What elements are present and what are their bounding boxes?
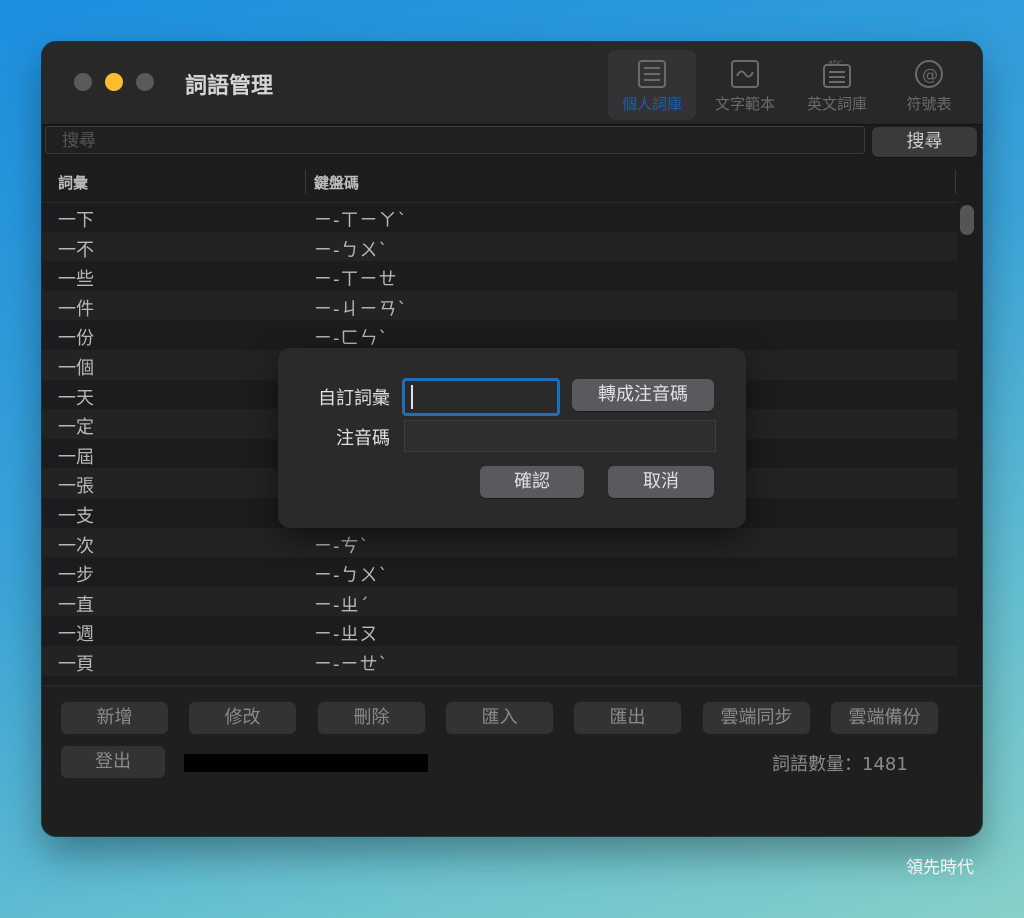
table-row[interactable]: 一直 ㄧ-ㄓˊ (42, 586, 957, 617)
search-input[interactable]: 搜尋 (45, 126, 865, 154)
add-button[interactable]: 新增 (61, 702, 168, 734)
word-cell: 一屆 (58, 446, 94, 468)
convert-to-zhuyin-button[interactable]: 轉成注音碼 (572, 379, 714, 411)
cloud-backup-button[interactable]: 雲端備份 (831, 702, 938, 734)
column-header-keycode[interactable]: 鍵盤碼 (314, 172, 359, 193)
zhuyin-field[interactable] (404, 420, 716, 452)
window-title: 詞語管理 (185, 74, 274, 99)
keycode-cell: ㄧ-ㄧㄝˋ (314, 653, 389, 675)
keycode-cell: ㄧ-ㄓㄡ (314, 624, 379, 646)
table-header: 詞彙 鍵盤碼 (42, 162, 957, 203)
word-cell: 一步 (58, 565, 94, 587)
custom-word-input[interactable] (402, 378, 560, 416)
vertical-scrollbar[interactable] (960, 205, 974, 235)
table-row[interactable]: 一週 ㄧ-ㄓㄡ (42, 616, 957, 646)
tab-english-dictionary[interactable]: abc 英文詞庫 (793, 50, 881, 120)
keycode-cell: ㄧ-ㄒㄧㄚˋ (314, 210, 408, 231)
word-cell: 一天 (58, 387, 94, 409)
word-cell: 一份 (58, 328, 94, 350)
column-header-word[interactable]: 詞彙 (58, 172, 88, 193)
zhuyin-label: 注音碼 (336, 428, 390, 449)
word-cell: 一下 (58, 210, 94, 231)
export-button[interactable]: 匯出 (574, 702, 681, 734)
column-divider (305, 170, 306, 194)
word-cell: 一不 (58, 239, 94, 261)
edit-button[interactable]: 修改 (189, 702, 296, 734)
word-cell: 一張 (58, 476, 94, 498)
keycode-cell: ㄧ-ㄓˊ (314, 594, 370, 616)
word-count: 詞語數量：1481 (772, 754, 908, 775)
table-row[interactable]: 一份 ㄧ-ㄈㄣˋ (42, 320, 957, 350)
word-cell: 一直 (58, 594, 94, 616)
tab-text-templates[interactable]: 文字範本 (701, 50, 789, 120)
keycode-cell: ㄧ-ㄐㄧㄢˋ (314, 298, 408, 320)
custom-word-label: 自訂詞彙 (318, 388, 390, 409)
import-button[interactable]: 匯入 (446, 702, 553, 734)
keycode-cell: ㄧ-ㄅㄨˋ (314, 239, 389, 261)
word-cell: 一週 (58, 624, 94, 646)
table-row[interactable]: 一下 ㄧ-ㄒㄧㄚˋ (42, 202, 957, 232)
tab-label: 符號表 (906, 95, 952, 113)
keycode-cell: ㄧ-ㄒㄧㄝ (314, 269, 398, 291)
redacted-account-bar (184, 754, 428, 772)
svg-text:@: @ (922, 65, 938, 84)
text-template-icon (731, 60, 759, 88)
tab-label: 個人詞庫 (621, 95, 682, 113)
tab-label: 文字範本 (714, 95, 775, 113)
cloud-sync-button[interactable]: 雲端同步 (703, 702, 810, 734)
titlebar: 詞語管理 個人詞庫 文字範本 abc 英文詞庫 @ 符號表 (42, 42, 982, 125)
delete-button[interactable]: 刪除 (318, 702, 425, 734)
logout-button[interactable]: 登出 (61, 746, 165, 778)
column-divider (955, 170, 956, 194)
word-cell: 一定 (58, 417, 94, 439)
tab-symbols[interactable]: @ 符號表 (885, 50, 973, 120)
cancel-button[interactable]: 取消 (608, 466, 714, 498)
tab-personal-dictionary[interactable]: 個人詞庫 (608, 50, 696, 120)
bottom-bar: 新增 修改 刪除 匯入 匯出 雲端同步 雲端備份 登出 詞語數量：1481 (42, 685, 982, 836)
table-row[interactable]: 一頁 ㄧ-ㄧㄝˋ (42, 645, 957, 676)
keycode-cell: ㄧ-ㄈㄣˋ (314, 328, 389, 350)
close-window-button[interactable] (74, 73, 92, 91)
watermark-logo-text: 領先時代 (906, 858, 974, 878)
minimize-window-button[interactable] (105, 73, 123, 91)
table-row[interactable]: 一件 ㄧ-ㄐㄧㄢˋ (42, 290, 957, 321)
text-caret (411, 385, 413, 409)
keycode-cell: ㄧ-ㄅㄨˋ (314, 565, 389, 587)
keycode-cell: ㄧ-ㄘˋ (314, 535, 370, 557)
abc-list-icon: abc (823, 60, 851, 88)
word-cell: 一頁 (58, 653, 94, 675)
word-cell: 一個 (58, 357, 94, 379)
word-cell: 一支 (58, 505, 94, 527)
at-symbol-icon: @ (915, 60, 943, 88)
table-row[interactable]: 一不 ㄧ-ㄅㄨˋ (42, 231, 957, 262)
word-cell: 一次 (58, 535, 94, 557)
table-row[interactable]: 一步 ㄧ-ㄅㄨˋ (42, 557, 957, 587)
custom-word-dialog: 自訂詞彙 轉成注音碼 注音碼 確認 取消 (278, 348, 746, 528)
table-row[interactable]: 一些 ㄧ-ㄒㄧㄝ (42, 261, 957, 291)
list-icon (638, 60, 666, 88)
tab-label: 英文詞庫 (806, 95, 867, 113)
table-row[interactable]: 一次 ㄧ-ㄘˋ (42, 527, 957, 558)
word-cell: 一件 (58, 298, 94, 320)
search-button[interactable]: 搜尋 (872, 127, 977, 157)
svg-text:abc: abc (828, 60, 842, 67)
word-cell: 一些 (58, 269, 94, 291)
confirm-button[interactable]: 確認 (480, 466, 584, 498)
zoom-window-button[interactable] (136, 73, 154, 91)
